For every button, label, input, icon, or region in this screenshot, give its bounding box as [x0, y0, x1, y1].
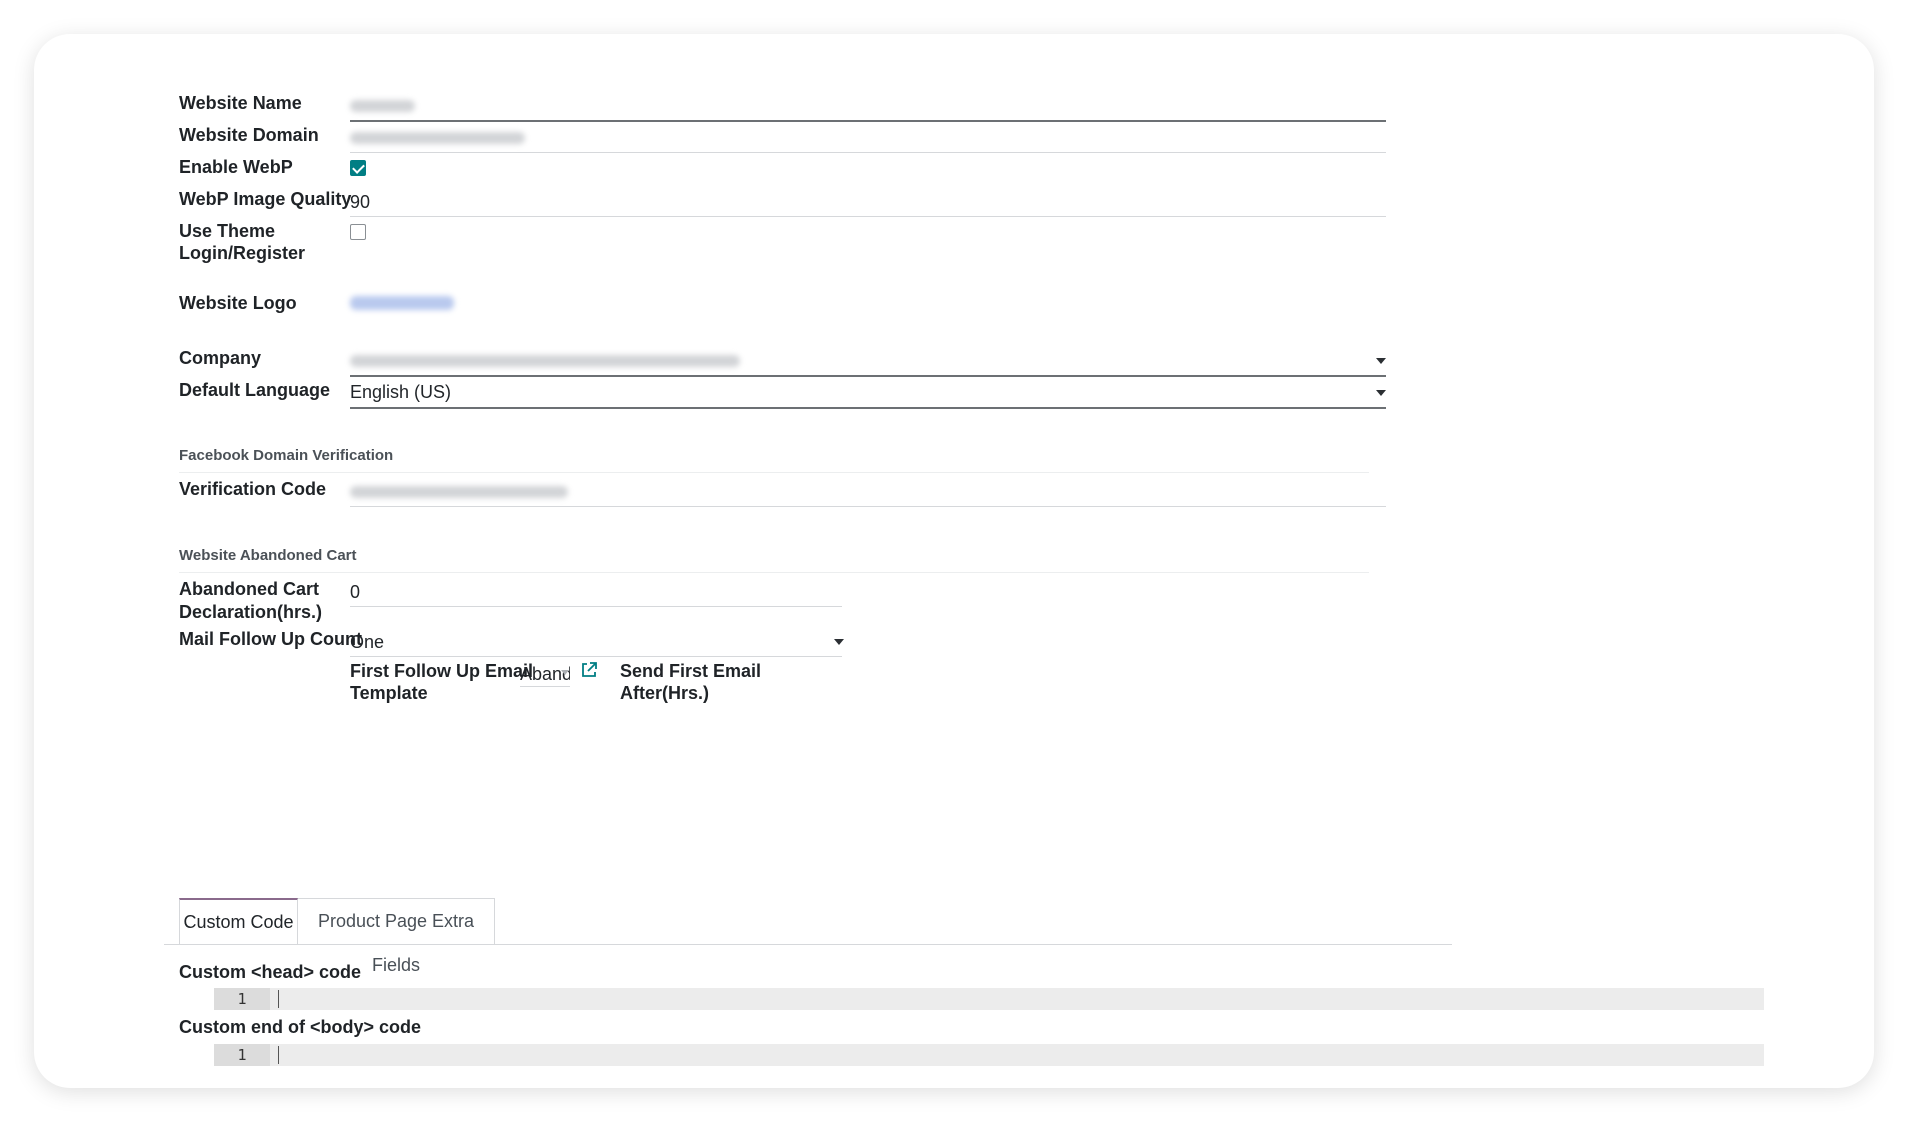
mail-follow-up-count-select[interactable]: One	[350, 626, 844, 656]
abandoned-declaration-input[interactable]: 0	[350, 580, 360, 604]
website-domain-label: Website Domain	[179, 125, 319, 145]
website-name-label: Website Name	[179, 93, 302, 113]
chevron-down-icon	[834, 639, 844, 645]
webp-quality-label: WebP Image Quality	[179, 189, 352, 209]
website-name-input[interactable]	[350, 90, 1386, 120]
tab-product-page-extra-fields[interactable]: Product Page Extra Fields	[298, 898, 495, 975]
send-first-label-2: After(Hrs.)	[620, 683, 710, 703]
chevron-down-icon	[561, 670, 569, 675]
website-domain-input[interactable]	[350, 122, 1386, 152]
line-number: 1	[214, 988, 270, 1010]
website-logo-label: Website Logo	[179, 293, 297, 313]
company-label: Company	[179, 348, 262, 368]
company-select[interactable]	[350, 345, 1386, 375]
custom-head-code-label: Custom <head> code	[179, 962, 362, 982]
custom-body-code-label: Custom end of <body> code	[179, 1017, 422, 1037]
verification-code-label: Verification Code	[179, 479, 327, 499]
use-theme-checkbox[interactable]	[350, 224, 366, 240]
settings-card: Website Name Website Domain Enable WebP …	[34, 34, 1874, 1088]
abandoned-section-title: Website Abandoned Cart	[179, 547, 357, 564]
default-language-value: English (US)	[350, 382, 452, 402]
enable-webp-label: Enable WebP	[179, 157, 293, 177]
facebook-section-title: Facebook Domain Verification	[179, 447, 394, 464]
chevron-down-icon	[1376, 390, 1386, 396]
first-template-label-2: Template	[350, 683, 428, 703]
default-language-label: Default Language	[179, 380, 331, 400]
enable-webp-checkbox[interactable]	[350, 160, 366, 176]
first-template-select[interactable]: Aband	[520, 658, 570, 686]
verification-code-input[interactable]	[350, 476, 1386, 506]
website-logo-image[interactable]	[350, 290, 456, 314]
mail-follow-up-count-value: One	[350, 632, 385, 652]
webp-quality-input[interactable]: 90	[350, 190, 370, 214]
external-link-icon[interactable]	[580, 661, 598, 679]
chevron-down-icon	[1376, 358, 1386, 364]
use-theme-label-2: Login/Register	[179, 243, 306, 263]
abandoned-declaration-label-2: Declaration(hrs.)	[179, 602, 323, 622]
custom-head-code-editor[interactable]: 1	[214, 988, 1764, 1010]
tab-custom-code[interactable]: Custom Code	[179, 898, 298, 944]
custom-body-code-editor[interactable]: 1	[214, 1044, 1764, 1066]
default-language-select[interactable]: English (US)	[350, 377, 1386, 407]
mail-follow-up-count-label: Mail Follow Up Count	[179, 629, 362, 649]
line-number: 1	[214, 1044, 270, 1066]
